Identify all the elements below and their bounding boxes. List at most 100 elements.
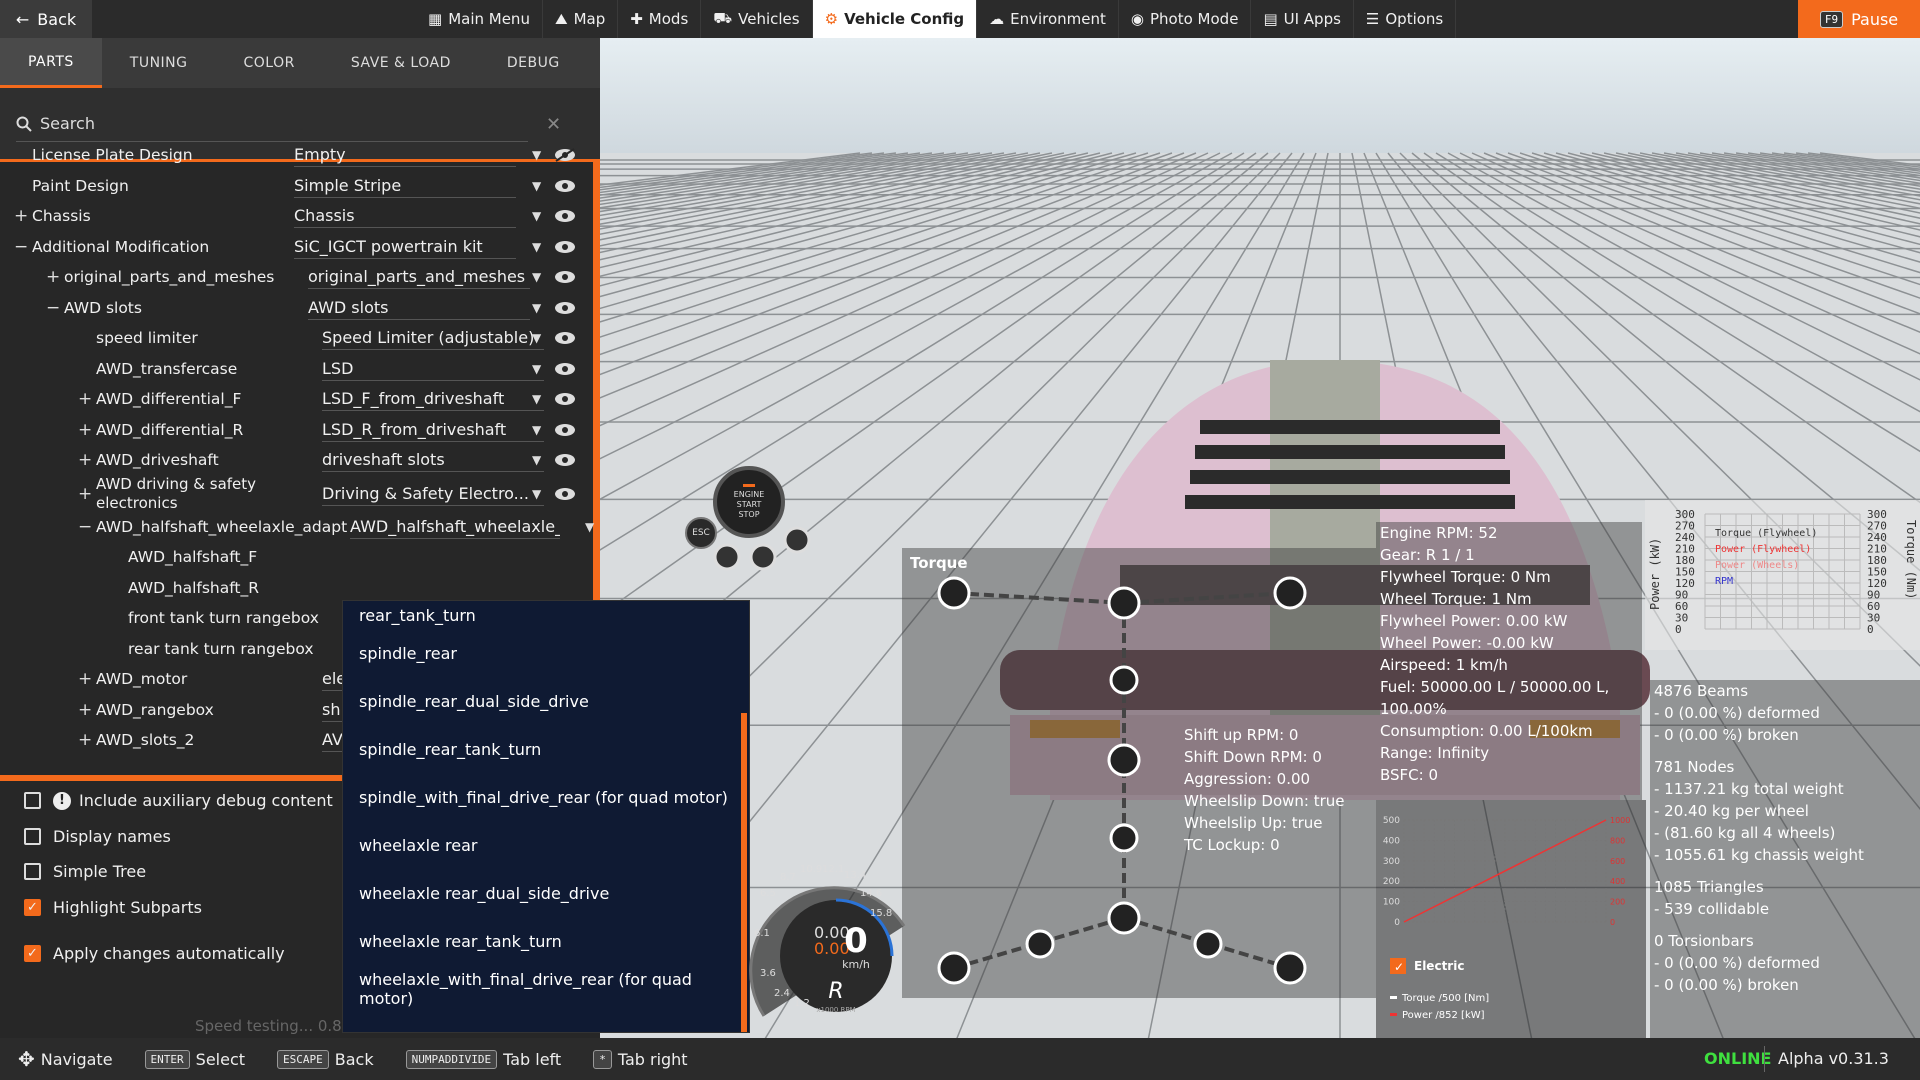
- tree-row[interactable]: AWD_transfercase LSD ▼: [0, 354, 593, 385]
- eye-icon[interactable]: [554, 487, 576, 501]
- tree-row[interactable]: + AWD_differential_R LSD_R_from_driveshaft…: [0, 415, 593, 446]
- expand-icon[interactable]: +: [78, 389, 92, 409]
- collapse-icon[interactable]: −: [14, 237, 28, 257]
- eye-icon[interactable]: [554, 240, 576, 254]
- chevron-down-icon[interactable]: ▼: [532, 209, 541, 223]
- expand-icon[interactable]: +: [78, 484, 92, 504]
- tab-debug[interactable]: DEBUG: [479, 38, 588, 88]
- chevron-down-icon[interactable]: ▼: [532, 362, 541, 376]
- part-select[interactable]: SiC_IGCT powertrain kit: [294, 235, 516, 259]
- chevron-down-icon[interactable]: ▼: [532, 423, 541, 437]
- tree-row[interactable]: + Chassis Chassis ▼: [0, 201, 593, 232]
- search-input[interactable]: Search: [16, 106, 528, 142]
- collapse-icon[interactable]: −: [46, 298, 60, 318]
- tree-row[interactable]: speed limiter Speed Limiter (adjustable) ▼: [0, 323, 593, 354]
- part-select[interactable]: Simple Stripe: [294, 174, 516, 198]
- chevron-down-icon[interactable]: ▼: [585, 520, 594, 534]
- checkbox[interactable]: [24, 828, 41, 845]
- nav-item-main-menu[interactable]: ▦ Main Menu: [416, 0, 543, 38]
- part-select[interactable]: LSD_F_from_driveshaft: [322, 387, 544, 412]
- eye-icon[interactable]: [554, 392, 576, 406]
- expand-icon[interactable]: +: [78, 700, 92, 720]
- nav-item-map[interactable]: ⛰ Map: [543, 0, 619, 38]
- tree-row[interactable]: AWD_halfshaft_R: [0, 573, 593, 604]
- expand-icon[interactable]: +: [78, 420, 92, 440]
- expand-icon[interactable]: +: [46, 267, 60, 287]
- part-select[interactable]: LSD: [322, 357, 544, 381]
- tree-row[interactable]: − Additional Modification SiC_IGCT powertr…: [0, 232, 593, 263]
- eye-icon[interactable]: [554, 453, 576, 467]
- chevron-down-icon[interactable]: ▼: [532, 270, 541, 284]
- expand-icon[interactable]: +: [78, 669, 92, 689]
- part-select[interactable]: LSD_R_from_driveshaft: [322, 418, 544, 442]
- nav-item-photo-mode[interactable]: ◉ Photo Mode: [1119, 0, 1252, 38]
- chevron-down-icon[interactable]: ▼: [532, 453, 541, 467]
- clear-search-icon[interactable]: ✕: [546, 114, 561, 135]
- eye-icon[interactable]: [554, 423, 576, 437]
- tab-parts[interactable]: PARTS: [0, 38, 102, 88]
- dropdown-option[interactable]: wheelaxle rear_tank_turn: [343, 917, 749, 965]
- pause-button[interactable]: F9 Pause: [1798, 0, 1920, 38]
- dropdown-option[interactable]: wheelaxle rear: [343, 821, 749, 869]
- part-select[interactable]: Empty: [294, 143, 516, 168]
- eye-icon[interactable]: [554, 179, 576, 193]
- tree-row[interactable]: Paint Design Simple Stripe ▼: [0, 171, 593, 202]
- chevron-down-icon[interactable]: ▼: [532, 240, 541, 254]
- tree-row[interactable]: − AWD_halfshaft_wheelaxle_adapt AWD_halfsh…: [0, 512, 594, 543]
- dropdown-option[interactable]: spindle_rear: [343, 629, 749, 677]
- part-select[interactable]: Speed Limiter (adjustable): [322, 326, 544, 351]
- dropdown-option[interactable]: spindle_rear_dual_side_drive: [343, 677, 749, 725]
- nav-item-ui-apps[interactable]: ▤ UI Apps: [1251, 0, 1354, 38]
- option-display-names[interactable]: Display names: [24, 827, 171, 846]
- nav-item-options[interactable]: ☰ Options: [1354, 0, 1457, 38]
- chevron-down-icon[interactable]: ▼: [532, 487, 541, 501]
- part-select[interactable]: driveshaft slots: [322, 448, 544, 473]
- chevron-down-icon[interactable]: ▼: [532, 148, 541, 162]
- dropdown-option[interactable]: wheelaxle rear_dual_side_drive: [343, 869, 749, 917]
- chevron-down-icon[interactable]: ▼: [532, 392, 541, 406]
- nav-item-vehicle-config[interactable]: ⚙ Vehicle Config: [812, 0, 978, 38]
- nav-item-mods[interactable]: ✚ Mods: [618, 0, 702, 38]
- eye-icon[interactable]: [554, 331, 576, 345]
- tab-save-load[interactable]: SAVE & LOAD: [323, 38, 479, 88]
- part-select[interactable]: Chassis: [294, 204, 516, 229]
- nav-item-vehicles[interactable]: ⛟ Vehicles: [701, 0, 813, 38]
- dropdown-option[interactable]: rear_tank_turn: [343, 601, 749, 629]
- expand-icon[interactable]: +: [14, 206, 28, 226]
- chevron-down-icon[interactable]: ▼: [532, 301, 541, 315]
- option-include-auxiliary-debug-content[interactable]: ! Include auxiliary debug content: [24, 791, 333, 810]
- option-apply-changes-automatically[interactable]: ✓ Apply changes automatically: [24, 944, 285, 963]
- tree-row[interactable]: License Plate Design Empty ▼: [0, 140, 593, 171]
- part-select[interactable]: AWD slots: [308, 296, 530, 320]
- eye-icon[interactable]: [554, 301, 576, 315]
- checkbox[interactable]: [24, 863, 41, 880]
- checkbox[interactable]: [24, 792, 41, 809]
- part-select[interactable]: original_parts_and_meshes: [308, 265, 530, 290]
- part-select[interactable]: Driving & Safety Electro...: [322, 482, 544, 506]
- tree-row[interactable]: AWD_halfshaft_F: [0, 542, 593, 573]
- eye-icon[interactable]: [554, 362, 576, 376]
- chevron-down-icon[interactable]: ▼: [532, 331, 541, 345]
- tab-color[interactable]: COLOR: [216, 38, 323, 88]
- option-simple-tree[interactable]: Simple Tree: [24, 862, 146, 881]
- nav-item-environment[interactable]: ☁ Environment: [977, 0, 1119, 38]
- expand-icon[interactable]: +: [78, 730, 92, 750]
- eye-off-icon[interactable]: [554, 148, 576, 163]
- checkbox[interactable]: ✓: [24, 899, 41, 916]
- option-highlight-subparts[interactable]: ✓ Highlight Subparts: [24, 898, 202, 917]
- tree-row[interactable]: − AWD slots AWD slots ▼: [0, 293, 593, 324]
- expand-icon[interactable]: +: [78, 450, 92, 470]
- tab-tuning[interactable]: TUNING: [102, 38, 216, 88]
- eye-icon[interactable]: [554, 209, 576, 223]
- tree-row[interactable]: + original_parts_and_meshes original_parts…: [0, 262, 593, 293]
- tree-row[interactable]: + AWD_driveshaft driveshaft slots ▼: [0, 445, 593, 476]
- tree-row[interactable]: + AWD_differential_F LSD_F_from_driveshaft…: [0, 384, 593, 415]
- dropdown-option[interactable]: spindle_rear_tank_turn: [343, 725, 749, 773]
- checkbox[interactable]: ✓: [24, 945, 41, 962]
- eye-icon[interactable]: [554, 270, 576, 284]
- back-button[interactable]: ← Back: [0, 0, 92, 38]
- dropdown-option[interactable]: wheelaxle_with_final_drive_rear (for qua…: [343, 965, 749, 1013]
- part-select[interactable]: AWD_halfshaft_wheelaxle_...: [350, 515, 560, 539]
- dropdown-option[interactable]: spindle_with_final_drive_rear (for quad …: [343, 773, 749, 821]
- chevron-down-icon[interactable]: ▼: [532, 179, 541, 193]
